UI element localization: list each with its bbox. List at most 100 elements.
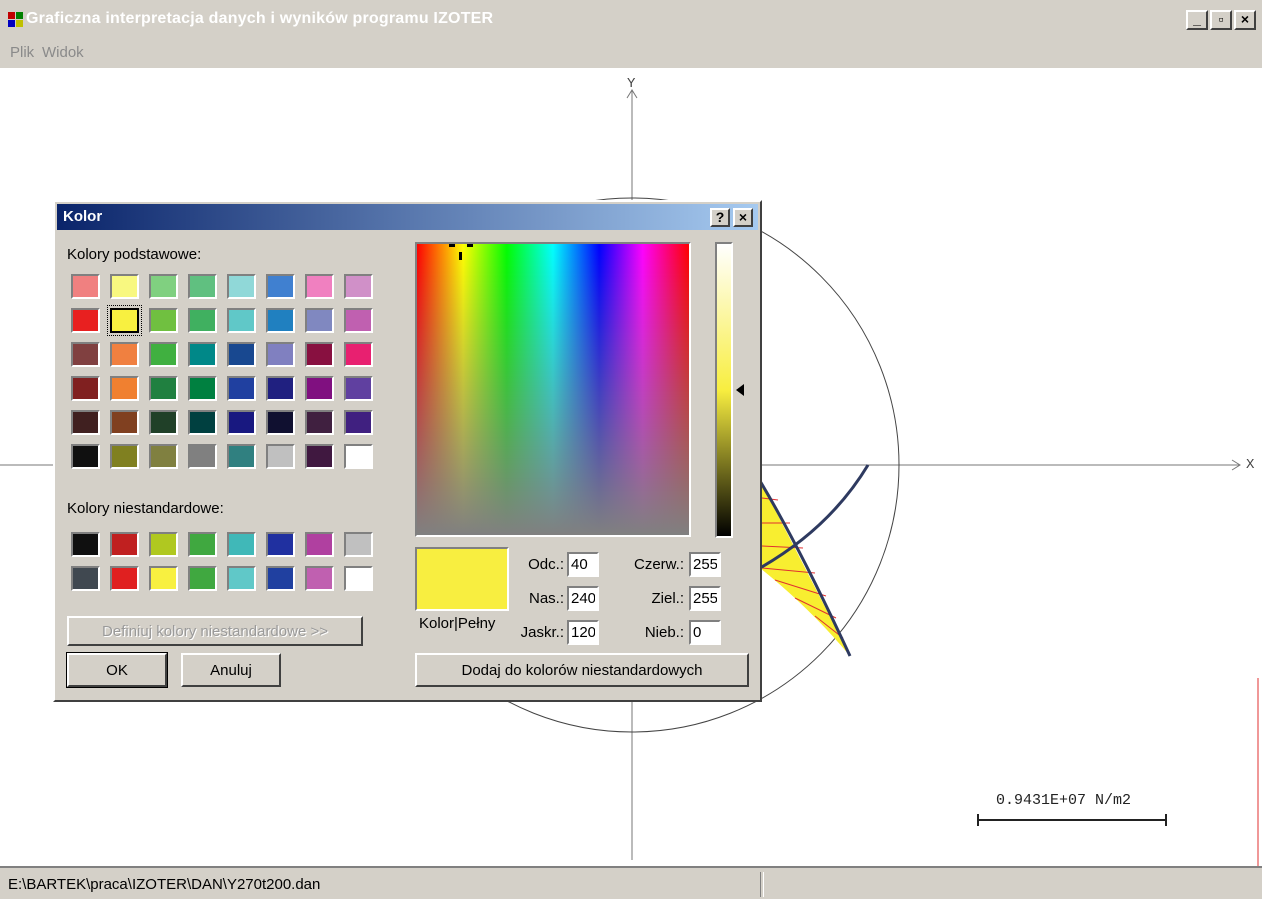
basic-color-swatch[interactable] (305, 376, 334, 401)
custom-color-swatch[interactable] (71, 532, 100, 557)
custom-color-swatch[interactable] (188, 532, 217, 557)
basic-color-swatch[interactable] (305, 308, 334, 333)
basic-color-swatch[interactable] (188, 376, 217, 401)
restore-button[interactable]: ▫ (1210, 10, 1232, 30)
basic-color-swatch[interactable] (149, 308, 178, 333)
blue-field[interactable] (689, 620, 721, 645)
color-spectrum[interactable] (415, 242, 691, 537)
basic-color-swatch[interactable] (344, 308, 373, 333)
basic-color-swatch[interactable] (344, 342, 373, 367)
custom-color-swatch[interactable] (227, 532, 256, 557)
basic-color-swatch[interactable] (344, 274, 373, 299)
basic-color-swatch[interactable] (305, 410, 334, 435)
basic-color-swatch[interactable] (149, 342, 178, 367)
scale-label: 0.9431E+07 N/m2 (996, 792, 1132, 809)
basic-color-swatch[interactable] (266, 444, 295, 469)
custom-color-swatch[interactable] (110, 566, 139, 591)
basic-color-swatch[interactable] (227, 410, 256, 435)
basic-color-swatch[interactable] (149, 444, 178, 469)
custom-color-swatch[interactable] (344, 566, 373, 591)
basic-color-swatch[interactable] (188, 342, 217, 367)
menu-plik[interactable]: Plik (10, 44, 34, 61)
minimize-button[interactable]: _ (1186, 10, 1208, 30)
hue-label: Odc.: (528, 556, 564, 573)
x-axis-label: X (1246, 457, 1255, 473)
basic-color-swatch[interactable] (188, 274, 217, 299)
custom-color-swatch[interactable] (188, 566, 217, 591)
define-custom-colors-button: Definiuj kolory niestandardowe >> (67, 616, 363, 646)
basic-color-swatch[interactable] (110, 274, 139, 299)
blue-label: Nieb.: (644, 624, 684, 641)
dialog-close-button[interactable]: × (733, 208, 753, 227)
color-preview (415, 547, 509, 611)
basic-color-swatch[interactable] (344, 410, 373, 435)
basic-color-swatch[interactable] (227, 308, 256, 333)
cancel-button[interactable]: Anuluj (181, 653, 281, 687)
basic-color-swatch[interactable] (149, 376, 178, 401)
basic-color-swatch[interactable] (71, 376, 100, 401)
custom-color-swatch[interactable] (266, 566, 295, 591)
basic-color-swatch[interactable] (305, 274, 334, 299)
saturation-field[interactable] (567, 586, 599, 611)
red-field[interactable] (689, 552, 721, 577)
title-bar: Graficzna interpretacja danych i wyników… (0, 0, 1262, 40)
add-custom-color-button[interactable]: Dodaj do kolorów niestandardowych (415, 653, 749, 687)
custom-color-swatch[interactable] (149, 566, 178, 591)
basic-color-swatch[interactable] (188, 410, 217, 435)
custom-color-swatch[interactable] (305, 532, 334, 557)
basic-color-swatch[interactable] (344, 376, 373, 401)
basic-color-swatch[interactable] (107, 305, 142, 336)
luminance-slider[interactable] (715, 242, 733, 538)
y-axis-label: Y (627, 76, 636, 92)
custom-color-swatch[interactable] (266, 532, 295, 557)
ok-button[interactable]: OK (66, 652, 168, 688)
basic-color-swatch[interactable] (227, 274, 256, 299)
basic-color-swatch[interactable] (71, 308, 100, 333)
basic-color-swatch[interactable] (188, 444, 217, 469)
basic-color-swatch[interactable] (266, 410, 295, 435)
custom-colors-label: Kolory niestandardowe: (67, 500, 224, 517)
close-button[interactable]: × (1234, 10, 1256, 30)
saturation-label: Nas.: (528, 590, 564, 607)
basic-color-swatch[interactable] (149, 274, 178, 299)
basic-color-swatch[interactable] (110, 444, 139, 469)
help-button[interactable]: ? (710, 208, 730, 227)
custom-color-swatch[interactable] (344, 532, 373, 557)
menu-widok[interactable]: Widok (42, 44, 84, 61)
basic-color-swatch[interactable] (110, 342, 139, 367)
green-field[interactable] (689, 586, 721, 611)
basic-color-swatch[interactable] (188, 308, 217, 333)
basic-color-swatch[interactable] (149, 410, 178, 435)
custom-color-swatch[interactable] (149, 532, 178, 557)
basic-color-swatch[interactable] (110, 410, 139, 435)
color-dialog: Kolor ? × Kolory podstawowe: Kolory nies… (53, 200, 762, 702)
basic-color-swatch[interactable] (71, 410, 100, 435)
basic-color-swatch[interactable] (227, 342, 256, 367)
basic-color-swatch[interactable] (227, 376, 256, 401)
basic-color-swatch[interactable] (71, 274, 100, 299)
basic-color-swatch[interactable] (305, 342, 334, 367)
basic-colors-label: Kolory podstawowe: (67, 246, 202, 263)
custom-color-swatch[interactable] (227, 566, 256, 591)
luminance-field[interactable] (567, 620, 599, 645)
basic-color-swatch[interactable] (344, 444, 373, 469)
basic-color-swatch[interactable] (266, 274, 295, 299)
basic-color-swatch[interactable] (227, 444, 256, 469)
basic-color-swatch[interactable] (71, 444, 100, 469)
custom-color-swatch[interactable] (110, 532, 139, 557)
preview-label: Kolor|Pełny (419, 615, 496, 632)
basic-color-swatch[interactable] (305, 444, 334, 469)
red-label: Czerw.: (633, 556, 684, 573)
hue-field[interactable] (567, 552, 599, 577)
basic-color-swatch[interactable] (266, 308, 295, 333)
dialog-title-bar[interactable]: Kolor ? × (57, 204, 758, 230)
basic-color-swatch[interactable] (110, 376, 139, 401)
custom-color-swatch[interactable] (71, 566, 100, 591)
luminance-arrow-icon[interactable] (736, 384, 744, 396)
basic-color-swatch[interactable] (71, 342, 100, 367)
dialog-title: Kolor (63, 208, 103, 225)
custom-color-swatch[interactable] (305, 566, 334, 591)
basic-color-swatch[interactable] (266, 342, 295, 367)
crosshair-icon (449, 244, 473, 260)
basic-color-swatch[interactable] (266, 376, 295, 401)
